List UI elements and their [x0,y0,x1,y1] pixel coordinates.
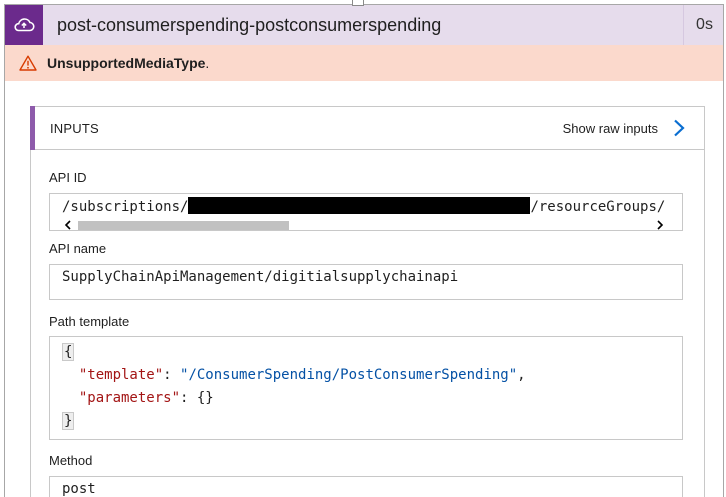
method-field[interactable]: post [49,476,683,497]
api-name-label: API name [49,241,107,256]
show-raw-inputs-link[interactable]: Show raw inputs [563,121,658,136]
connector-notch [352,0,364,6]
chevron-right-icon[interactable] [668,117,690,139]
method-value: post [62,481,96,497]
path-template-label: Path template [49,314,130,329]
inputs-panel-header: INPUTS Show raw inputs [30,106,704,150]
action-duration: 0s [683,5,723,45]
api-id-label: API ID [49,170,87,185]
method-label: Method [49,453,93,468]
action-card: post-consumerspending-postconsumerspendi… [4,4,724,497]
api-name-value: SupplyChainApiManagement/digitialsupplyc… [62,269,459,285]
template-key: "template" [78,367,164,383]
action-title: post-consumerspending-postconsumerspendi… [57,14,442,35]
scroll-left-icon[interactable] [62,218,74,230]
error-banner: UnsupportedMediaType. [5,45,723,81]
path-template-json: { "template": "/ConsumerSpending/PostCon… [62,343,526,430]
error-suffix: . [205,55,210,71]
template-value: "/ConsumerSpending/PostConsumerSpending" [180,367,518,383]
parameters-key: "parameters" [78,390,181,406]
api-id-suffix: /resourceGroups/ [530,199,666,215]
scroll-right-icon[interactable] [654,218,666,230]
redacted-block [188,197,531,214]
warning-icon [17,52,39,74]
api-id-prefix: /subscriptions/ [62,199,189,215]
error-message: UnsupportedMediaType. [47,55,209,71]
cloud-api-icon [5,5,43,45]
api-name-field[interactable]: SupplyChainApiManagement/digitialsupplyc… [49,264,683,300]
scrollbar-thumb[interactable] [78,221,289,230]
error-code: UnsupportedMediaType [47,55,206,71]
action-header[interactable]: post-consumerspending-postconsumerspendi… [5,5,723,45]
parameters-value: {} [196,390,214,406]
path-template-field[interactable]: { "template": "/ConsumerSpending/PostCon… [49,336,683,440]
open-brace: { [62,343,75,361]
api-id-value: /subscriptions/ /resourceGroups/ [50,197,665,215]
api-id-field[interactable]: /subscriptions/ /resourceGroups/ [49,193,683,231]
close-brace: } [62,412,75,430]
horizontal-scrollbar[interactable] [50,218,682,230]
inputs-section-title: INPUTS [50,120,99,136]
panel-accent-bar [30,106,35,150]
